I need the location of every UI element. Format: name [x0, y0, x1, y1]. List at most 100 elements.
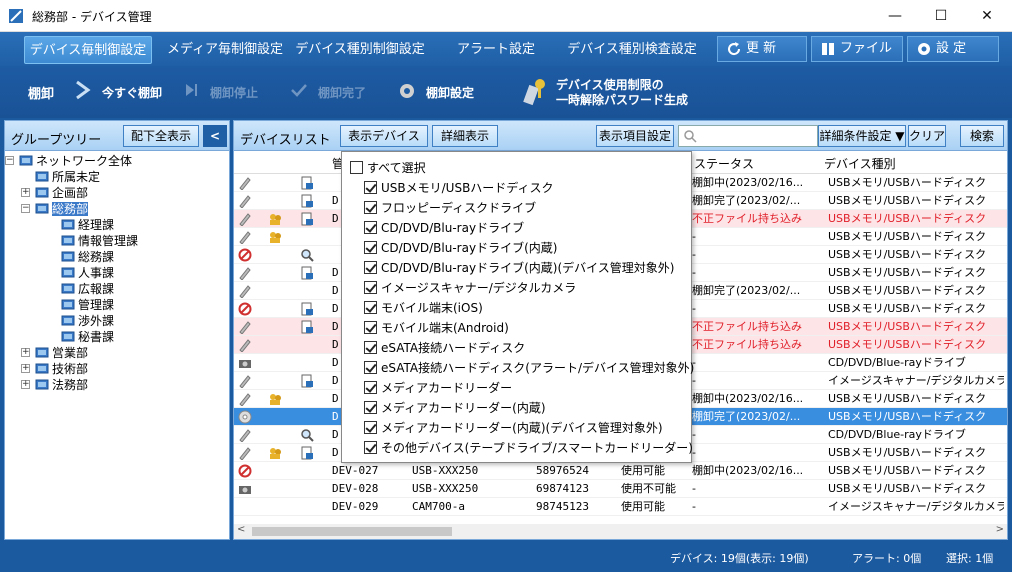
- device-type-checkbox[interactable]: [364, 361, 377, 374]
- device-type-checkbox[interactable]: [364, 381, 377, 394]
- device-type-option[interactable]: メディアカードリーダー: [364, 378, 512, 398]
- detail-view-button[interactable]: 詳細表示: [432, 125, 498, 147]
- device-type-option[interactable]: その他デバイス(テープドライブ/スマートカードリーダー): [364, 438, 693, 458]
- cell-status: -: [692, 482, 696, 495]
- cell-use: 使用可能: [621, 500, 665, 513]
- device-type-checkbox[interactable]: [364, 321, 377, 334]
- cell-type: USBメモリ/USBハードディスク: [828, 212, 987, 225]
- show-devices-button[interactable]: 表示デバイス: [340, 125, 428, 147]
- column-header-type[interactable]: デバイス種別: [824, 155, 896, 172]
- tree-node[interactable]: 秘書課: [61, 329, 114, 345]
- maximize-button[interactable]: ☐: [918, 0, 964, 32]
- device-type-option[interactable]: メディアカードリーダー(内蔵)(デバイス管理対象外): [364, 418, 663, 438]
- tree-node[interactable]: 経理課: [61, 217, 114, 233]
- collapse-panel-button[interactable]: <: [203, 125, 227, 147]
- device-type-checkbox[interactable]: [364, 241, 377, 254]
- tree-expander[interactable]: −: [21, 204, 30, 213]
- inventory-complete-button[interactable]: 棚卸完了: [318, 84, 366, 101]
- scrollbar-thumb[interactable]: [252, 527, 452, 536]
- device-type-checkbox[interactable]: [364, 261, 377, 274]
- column-header-status[interactable]: ステータス: [694, 155, 754, 172]
- cell-type: CD/DVD/Blue-rayドライブ: [828, 356, 966, 369]
- gear-icon: [918, 43, 930, 55]
- tree-expander[interactable]: +: [21, 188, 30, 197]
- tree-node[interactable]: 技術部: [35, 361, 88, 377]
- file-label: ファイル: [840, 41, 893, 56]
- device-type-checkbox[interactable]: [364, 221, 377, 234]
- tab-alert-settings[interactable]: アラート設定: [446, 36, 546, 64]
- file-button[interactable]: ファイル: [811, 36, 903, 62]
- tab-media-control[interactable]: メディア毎制御設定: [162, 36, 288, 64]
- tree-node[interactable]: 渉外課: [61, 313, 114, 329]
- select-all-checkbox[interactable]: [350, 161, 363, 174]
- horizontal-scrollbar[interactable]: < >: [234, 524, 1007, 539]
- tree-node[interactable]: 人事課: [61, 265, 114, 281]
- tree-node[interactable]: 企画部: [35, 185, 88, 201]
- tree-node[interactable]: 営業部: [35, 345, 88, 361]
- minimize-button[interactable]: —: [872, 0, 918, 32]
- table-row[interactable]: DEV-027 USB-XXX250 58976524 使用可能 棚卸中(2023/02…: [234, 462, 1007, 480]
- device-type-option[interactable]: イメージスキャナー/デジタルカメラ: [364, 278, 576, 298]
- tree-node-label: 秘書課: [78, 330, 115, 344]
- tree-node-label: 広報課: [78, 282, 115, 296]
- device-type-checkbox[interactable]: [364, 281, 377, 294]
- device-type-option[interactable]: メディアカードリーダー(内蔵): [364, 398, 546, 418]
- tree-node[interactable]: 法務部: [35, 377, 88, 393]
- table-row[interactable]: DEV-029 CAM700-a 98745123 使用可能 - イメージスキャナー/デジ…: [234, 498, 1007, 516]
- tree-node[interactable]: 所属未定: [35, 169, 100, 185]
- expand-all-button[interactable]: 配下全表示: [123, 125, 199, 147]
- device-type-option[interactable]: CD/DVD/Blu-rayドライブ(内蔵): [364, 238, 557, 258]
- device-type-option[interactable]: USBメモリ/USBハードディスク: [364, 178, 553, 198]
- magnify-icon: [301, 429, 314, 442]
- cell-status: 不正ファイル持ち込み: [692, 320, 802, 333]
- tree-node[interactable]: 広報課: [61, 281, 114, 297]
- tree-node[interactable]: 管理課: [61, 297, 114, 313]
- advanced-filter-button[interactable]: 詳細条件設定 ▼: [818, 125, 906, 147]
- tree-node[interactable]: ネットワーク全体: [19, 153, 132, 169]
- tree-expander[interactable]: +: [21, 364, 30, 373]
- device-type-option[interactable]: eSATA接続ハードディスク(アラート/デバイス管理対象外): [364, 358, 694, 378]
- tree-node[interactable]: 情報管理課: [61, 233, 138, 249]
- pencil-icon: [239, 267, 251, 280]
- device-type-checkbox[interactable]: [364, 341, 377, 354]
- device-type-checkbox[interactable]: [364, 401, 377, 414]
- cell-type: USBメモリ/USBハードディスク: [828, 410, 987, 423]
- inventory-stop-button[interactable]: 棚卸停止: [210, 84, 258, 101]
- device-type-checkbox[interactable]: [364, 421, 377, 434]
- device-type-checkbox[interactable]: [364, 181, 377, 194]
- device-type-option[interactable]: eSATA接続ハードディスク: [364, 338, 525, 358]
- refresh-button[interactable]: 更 新: [717, 36, 807, 62]
- tree-expander[interactable]: −: [5, 156, 14, 165]
- tree-expander[interactable]: +: [21, 380, 30, 389]
- column-settings-button[interactable]: 表示項目設定: [596, 125, 674, 147]
- scroll-right-icon[interactable]: >: [996, 524, 1004, 535]
- device-type-checkbox[interactable]: [364, 441, 377, 454]
- tab-device-control[interactable]: デバイス毎制御設定: [24, 36, 152, 64]
- device-type-option[interactable]: CD/DVD/Blu-rayドライブ(内蔵)(デバイス管理対象外): [364, 258, 674, 278]
- tab-device-type-control[interactable]: デバイス種別制御設定: [292, 36, 428, 64]
- device-type-option[interactable]: CD/DVD/Blu-rayドライブ: [364, 218, 524, 238]
- device-type-checkbox[interactable]: [364, 301, 377, 314]
- group-icon: [35, 347, 49, 358]
- settings-button[interactable]: 設 定: [907, 36, 999, 62]
- tree-node[interactable]: 総務部: [35, 201, 89, 217]
- clear-button[interactable]: クリア: [908, 125, 946, 147]
- scroll-left-icon[interactable]: <: [237, 524, 245, 535]
- search-button[interactable]: 検索: [960, 125, 1004, 147]
- close-button[interactable]: ✕: [964, 0, 1010, 32]
- inventory-now-button[interactable]: 今すぐ棚卸: [102, 84, 162, 101]
- device-type-checkbox[interactable]: [364, 201, 377, 214]
- inventory-settings-button[interactable]: 棚卸設定: [426, 84, 474, 101]
- search-box[interactable]: [678, 125, 818, 147]
- tree-expander[interactable]: +: [21, 348, 30, 357]
- tree-node[interactable]: 総務課: [61, 249, 114, 265]
- device-type-option[interactable]: フロッピーディスクドライブ: [364, 198, 536, 218]
- device-type-option[interactable]: モバイル端末(iOS): [364, 298, 483, 318]
- select-all-option[interactable]: すべて選択: [350, 158, 426, 178]
- device-type-option[interactable]: モバイル端末(Android): [364, 318, 509, 338]
- search-icon: [684, 130, 697, 143]
- unlock-password-line2[interactable]: 一時解除パスワード生成: [556, 91, 688, 108]
- cell-status: -: [692, 500, 696, 513]
- table-row[interactable]: DEV-028 USB-XXX250 69874123 使用不可能 - USBメモリ/US…: [234, 480, 1007, 498]
- tab-device-type-inspection[interactable]: デバイス種別検査設定: [562, 36, 702, 64]
